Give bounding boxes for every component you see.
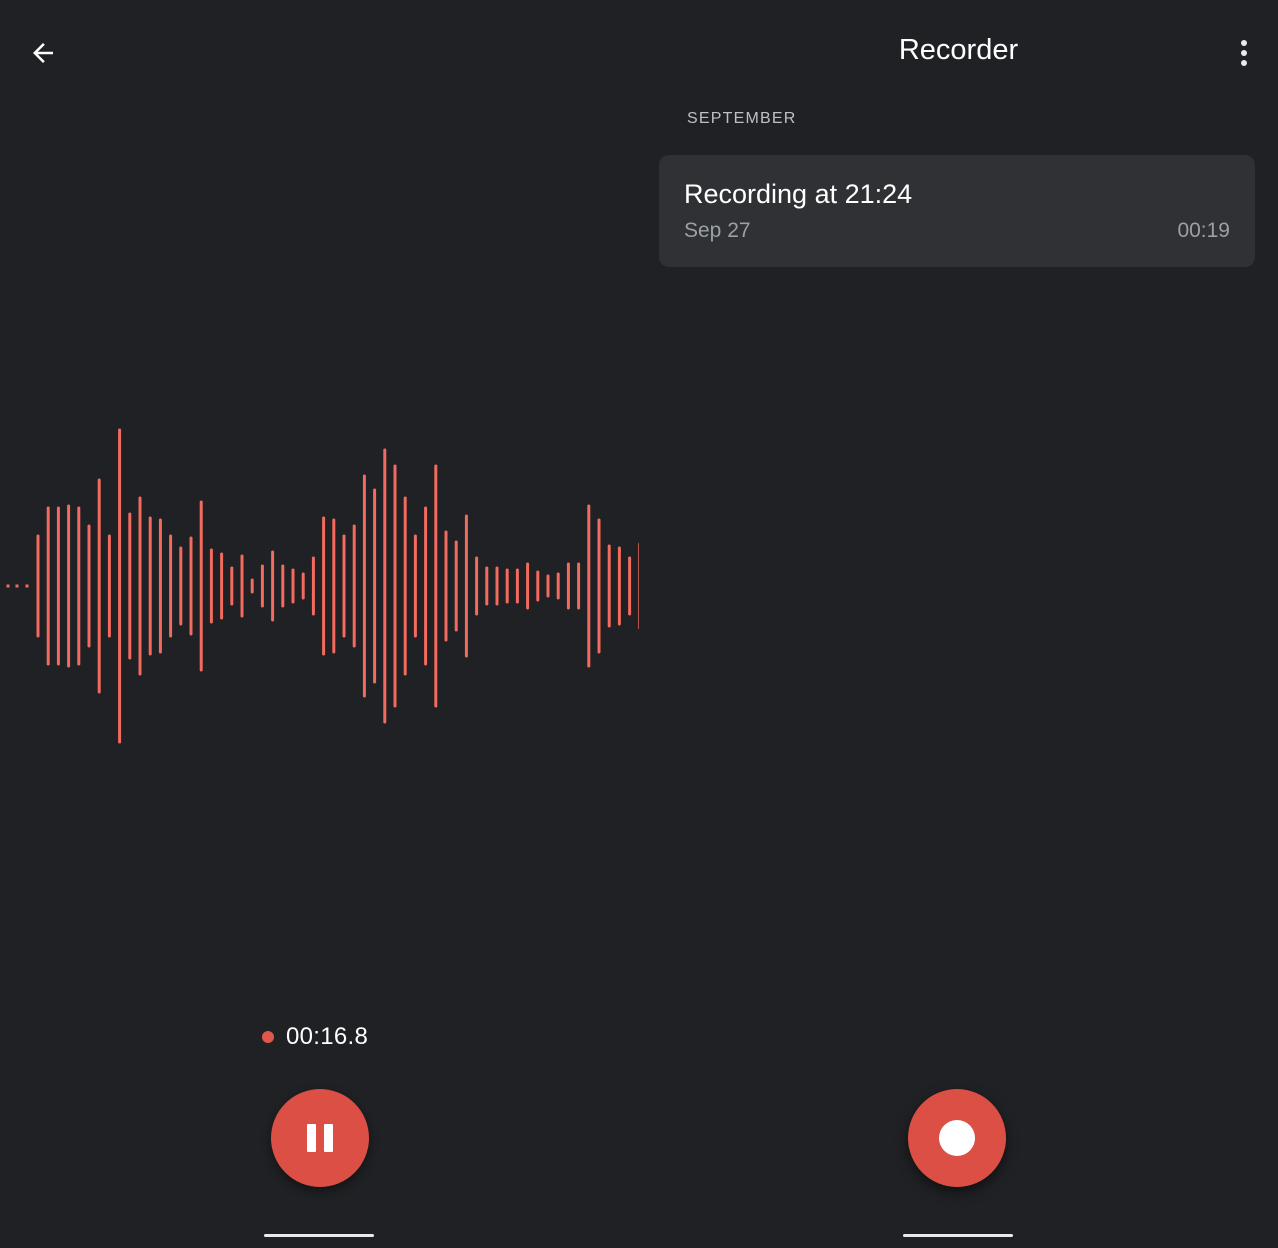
pause-icon (307, 1124, 333, 1152)
pause-button[interactable] (271, 1089, 369, 1187)
more-options-button[interactable] (1224, 30, 1264, 76)
home-indicator-left (264, 1234, 374, 1237)
section-header-month: SEPTEMBER (687, 110, 797, 127)
app-title: Recorder (898, 34, 1019, 66)
record-icon (939, 1120, 975, 1156)
waveform-dot (6, 584, 10, 588)
elapsed-time: 00:16.8 (286, 1023, 369, 1050)
recording-timer: 00:16.8 (262, 1020, 368, 1054)
recording-duration: 00:19 (1177, 219, 1230, 242)
recording-pane: 00:16.8 (0, 0, 639, 1248)
audio-waveform (6, 428, 639, 744)
recordings-pane: Recorder SEPTEMBER Recording at 21:24 Se… (639, 0, 1278, 1248)
record-button[interactable] (908, 1089, 1006, 1187)
arrow-left-icon (33, 43, 53, 63)
waveform-dot (25, 584, 29, 588)
waveform-dot (15, 584, 19, 588)
recording-indicator-dot (262, 1031, 274, 1043)
back-button[interactable] (20, 30, 66, 76)
more-vert-icon (1241, 40, 1247, 46)
home-indicator-right (903, 1234, 1013, 1237)
recording-title: Recording at 21:24 (684, 179, 913, 209)
recording-list-item[interactable]: Recording at 21:24 Sep 27 00:19 (659, 155, 1255, 267)
recorder-screen: 00:16.8 Recorder SEPTEMBER Recording at … (0, 0, 1278, 1248)
recording-date: Sep 27 (684, 219, 751, 242)
